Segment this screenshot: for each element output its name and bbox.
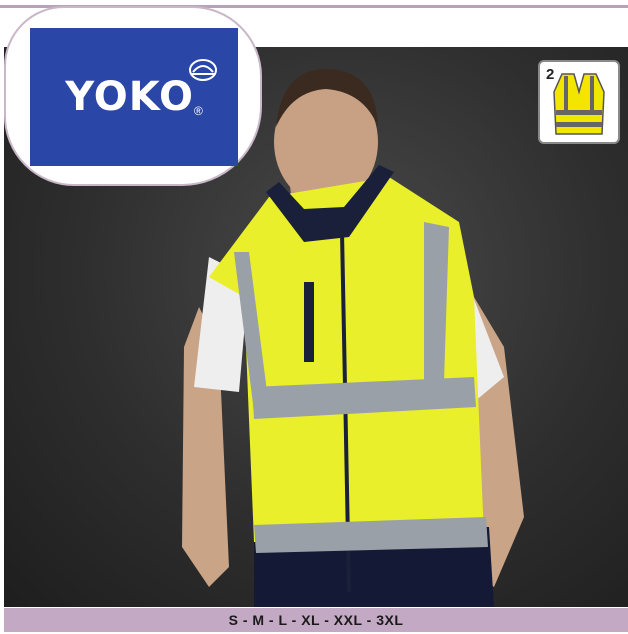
size-range-label: S - M - L - XL - XXL - 3XL (228, 612, 404, 628)
brand-logo-card: YOKO ® (4, 6, 262, 186)
chest-pocket-zip (304, 282, 314, 362)
hi-vis-vest-icon (553, 73, 605, 135)
brand-logo: YOKO ® (30, 28, 238, 166)
helmet-icon (189, 59, 217, 81)
size-range-bar: S - M - L - XL - XXL - 3XL (4, 608, 628, 632)
brand-logo-text: YOKO (65, 74, 194, 120)
safety-class-badge: 2 (538, 60, 620, 144)
registered-mark: ® (193, 104, 203, 118)
